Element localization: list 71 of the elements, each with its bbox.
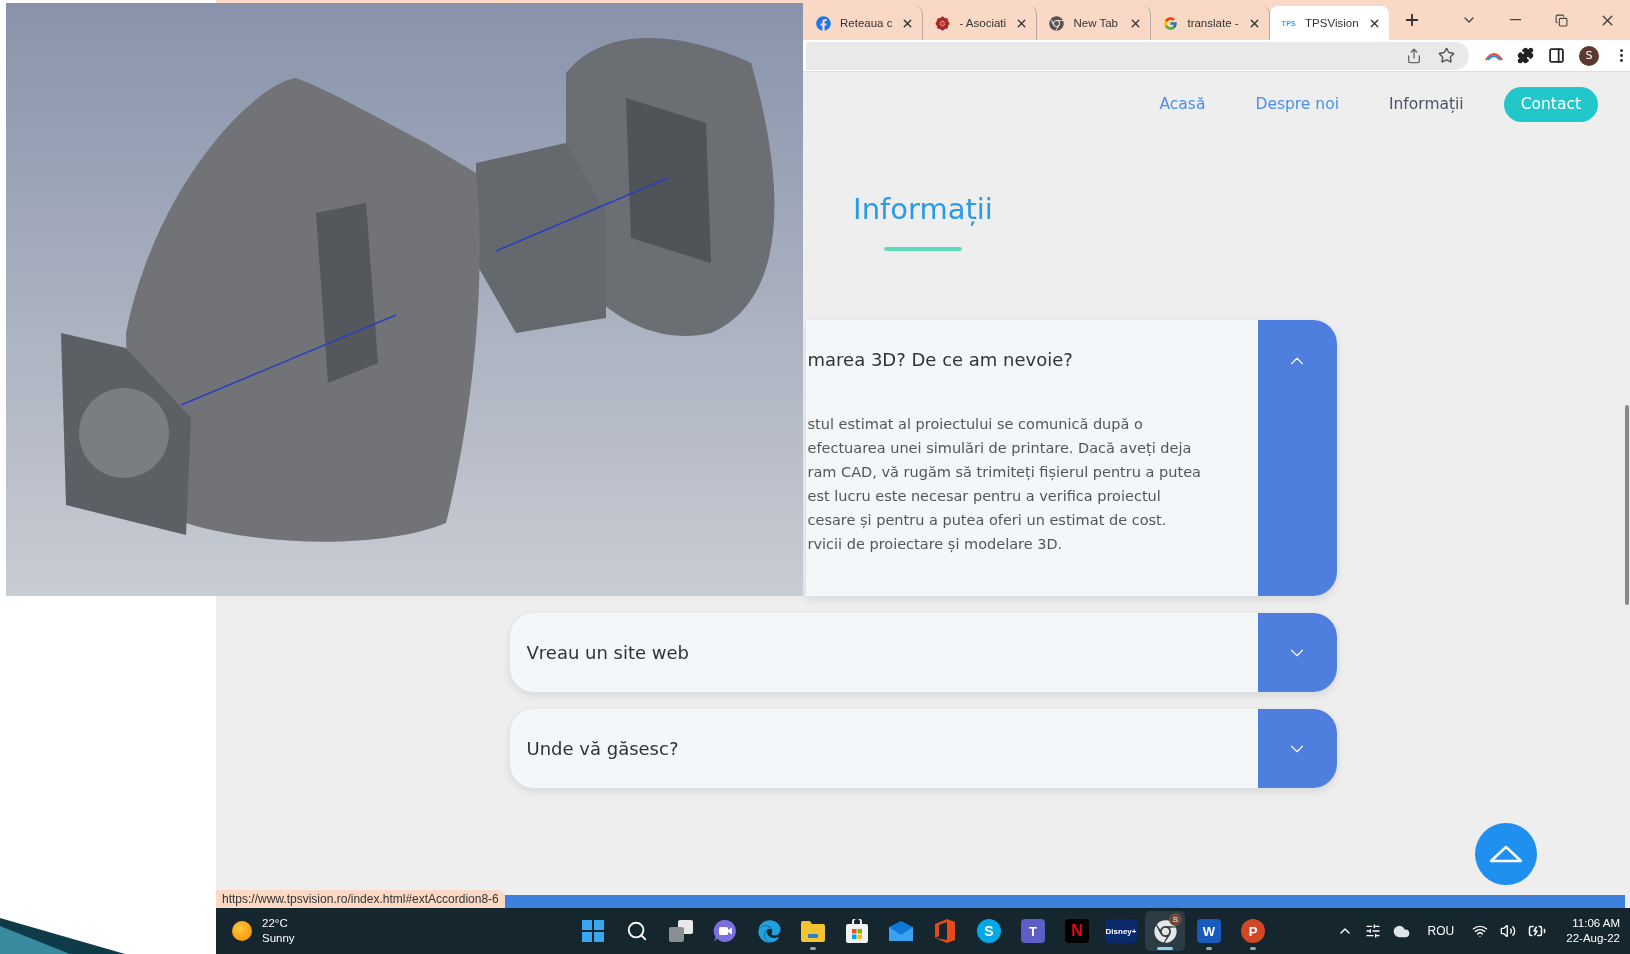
swirl-icon [757,919,781,943]
temperature: 22°C [262,916,289,931]
circle-logo-icon [1153,919,1177,943]
paragraph-line: est lucru este necesar pentru a verifica proiectul [807,487,1162,506]
scrollbar-thumb[interactable] [1625,405,1629,605]
flower-icon [935,15,951,31]
g-logo-icon [1163,15,1179,31]
accordion-title: marea 3D? De ce am nevoie? [807,348,1074,372]
folder-icon [801,920,825,942]
accordion-title: Unde vă găsesc? [526,736,680,761]
profile-badge: S [1169,913,1182,926]
app-logo: Disney+ [1104,919,1138,943]
chevron-up-icon [1489,845,1523,863]
language-indicator[interactable]: ROU [1427,924,1455,938]
tab-title: TPSVision [1305,17,1359,29]
clock[interactable]: 11:06 AM 22-Aug-22 [1566,916,1620,946]
toggle-panel[interactable] [1257,320,1337,596]
side-panel-icon[interactable] [1548,47,1565,64]
restore-icon [1554,13,1568,27]
tab-title: - Asociati [959,17,1007,29]
weather-widget[interactable]: 22°C Sunny [216,916,573,946]
status-url: https://www.tpsvision.ro/index.html#extAccordion8-6 [216,890,505,908]
shopping-bag-icon [846,919,868,943]
sliders-icon[interactable] [1364,923,1381,939]
paragraph-line: cesare și pentru a putea oferi un estimat de cost. [807,511,1168,531]
four-squares-icon [582,920,604,942]
date: 22-Aug-22 [1566,931,1620,946]
section-title: Informații [853,191,993,227]
taskbar-button[interactable]: W [1189,911,1229,951]
accordion-item[interactable] [805,320,1337,596]
weather-condition: Sunny [262,931,295,946]
video-chat-icon [713,919,737,943]
share-icon[interactable] [1406,47,1422,64]
paragraph-line: stul estimat al proiectului se comunică după o [807,415,1144,434]
wifi-icon[interactable] [1472,923,1489,939]
accordion-item[interactable]: Unde vă găsesc? [509,709,1337,788]
app-logo: T [1021,919,1045,943]
taskbar-button[interactable]: P [1233,911,1273,951]
arc-icon[interactable] [1485,50,1503,61]
stacked-windows-icon [669,920,693,942]
speaker-icon[interactable] [1500,923,1517,939]
profile-avatar[interactable]: S [1579,45,1599,66]
app-logo: P [1241,919,1265,943]
tab-title: New Tab [1073,17,1119,29]
nav-link[interactable]: Informații [1388,95,1464,113]
app-logo: S [977,919,1001,943]
taskbar-button[interactable]: Disney+ [1101,911,1141,951]
paragraph-line: rvicii de proiectare și modelare 3D. [807,535,1064,554]
time: 11:06 AM [1572,916,1620,931]
paragraph-line: ram CAD, vă rugăm să trimiteți fișierul pentru a putea [807,463,1202,482]
minimize-icon [1509,19,1521,21]
toggle-panel[interactable] [1257,613,1337,692]
tab-title: translate - [1187,17,1239,29]
taskbar-button[interactable]: N [1057,911,1097,951]
toggle-panel[interactable] [1257,709,1337,788]
app-logo: N [1065,919,1089,943]
app-logo: W [1197,919,1221,943]
taskbar-button[interactable]: S [1145,911,1185,951]
star-icon[interactable] [1438,47,1455,64]
taskbar-button[interactable]: T [1013,911,1053,951]
envelope-icon [889,921,913,941]
office-icon [935,919,955,943]
accordion-title: Vreau un site web [526,640,691,665]
puzzle-icon[interactable] [1517,47,1534,64]
circle-f-icon [816,15,831,31]
search-icon [626,920,648,942]
sun-icon [232,921,252,941]
circle-logo-icon [1049,15,1065,31]
tab-title: Reteaua c [840,17,893,29]
accordion-item[interactable]: Vreau un site web [509,613,1337,692]
paragraph-line: efectuarea unei simulări de printare. Dacă aveți deja [807,439,1193,458]
